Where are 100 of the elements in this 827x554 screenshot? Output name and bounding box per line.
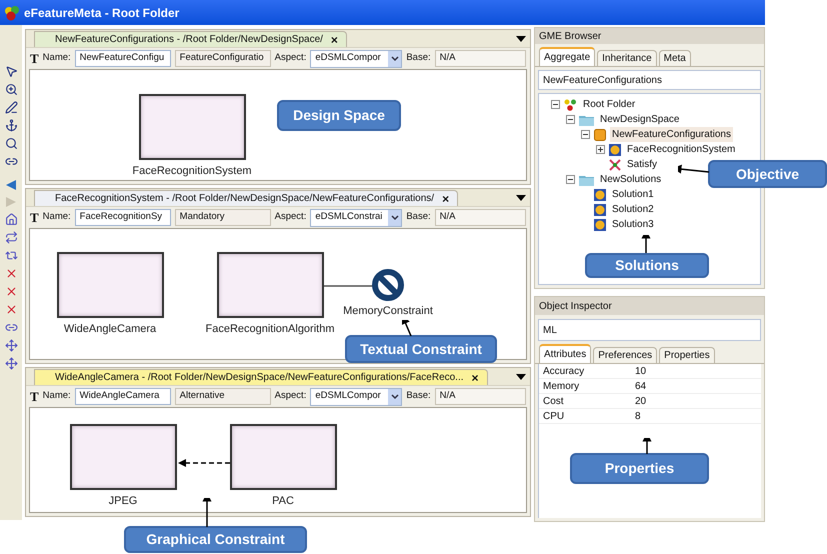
move-icon[interactable] [4, 339, 18, 352]
chevron-icon[interactable] [388, 50, 402, 66]
callout-label: Graphical Constraint [124, 526, 307, 553]
aspect-label: Aspect: [274, 389, 306, 404]
callout-label: Objective [708, 160, 827, 188]
node-label: WideAngleCamera [64, 322, 156, 337]
dropdown-icon[interactable] [516, 374, 526, 380]
close-button[interactable]: × [472, 372, 479, 384]
aspect-dropdown[interactable]: eDSMLCompor [310, 388, 402, 406]
object-field[interactable]: ML [538, 319, 761, 341]
name-label: Name: [42, 51, 71, 66]
tree-item[interactable]: NewFeatureConfigurations [610, 127, 733, 142]
chevron-icon[interactable] [388, 388, 402, 404]
anchor-icon[interactable] [4, 119, 18, 132]
attribute-value[interactable]: 10 [635, 364, 646, 378]
editor-tab[interactable]: FaceRecognitionSystem - /Root Folder/NewDesignSpace/NewFeatureConfigurations/ × [34, 190, 458, 206]
node-label: JPEG [108, 494, 138, 509]
attribute-value[interactable]: 64 [635, 378, 646, 394]
kind-field: Mandatory [174, 209, 271, 226]
panel-tab[interactable]: Meta [658, 50, 691, 66]
close-button[interactable]: × [442, 192, 450, 204]
model-icon [594, 204, 606, 216]
collapse-icon[interactable] [581, 130, 590, 139]
panel-tab[interactable]: Preferences [593, 347, 658, 363]
model-icon [594, 218, 606, 230]
back-icon[interactable] [5, 179, 17, 191]
aspect-dropdown[interactable]: eDSMLCompor [310, 50, 402, 68]
name-label: Name: [42, 389, 71, 404]
tree-item[interactable]: FaceRecognitionSystem [625, 142, 738, 157]
pen-icon[interactable] [4, 101, 18, 114]
name-field[interactable]: FaceRecognitionSy [74, 209, 171, 226]
editor-tab[interactable]: NewFeatureConfigurations - /Root Folder/NewDesignSpace/ × [34, 31, 347, 47]
callout-arrow [201, 498, 213, 527]
model-icon [594, 188, 606, 200]
prohibited-icon[interactable] [372, 269, 404, 301]
node-label: PAC [272, 494, 294, 509]
model-box[interactable] [70, 424, 176, 490]
close-icon[interactable] [4, 303, 18, 316]
tree-item[interactable]: Solution1 [610, 187, 656, 202]
attribute-name: Memory [542, 380, 580, 394]
tree-item[interactable]: Solution3 [610, 217, 656, 232]
panel-tab[interactable]: Properties [659, 347, 715, 363]
model-box[interactable] [216, 252, 324, 318]
text-tool-icon[interactable]: T [30, 52, 39, 65]
aspect-label: Aspect: [274, 51, 306, 66]
close-icon[interactable] [4, 285, 18, 298]
collapse-icon[interactable] [566, 115, 575, 124]
dropdown-icon[interactable] [516, 36, 526, 42]
model-box[interactable] [138, 94, 246, 160]
chevron-icon[interactable] [388, 210, 402, 226]
repeat-icon[interactable] [4, 231, 18, 244]
window-title: eFeatureMeta - Root Folder [24, 4, 180, 22]
base-field: N/A [434, 209, 526, 226]
pointer-icon[interactable] [4, 65, 18, 78]
text-tool-icon[interactable]: T [30, 211, 39, 224]
square-icon [594, 128, 606, 140]
close-icon[interactable] [4, 267, 18, 280]
callout-arrow [402, 320, 414, 336]
panel-tab[interactable]: Attributes [539, 344, 592, 363]
attribute-value[interactable]: 20 [635, 394, 646, 408]
tree-item[interactable]: Satisfy [625, 157, 660, 172]
callout-label: Textual Constraint [345, 335, 497, 363]
dropdown-icon[interactable] [516, 195, 526, 201]
aspect-dropdown[interactable]: eDSMLConstrai [310, 208, 402, 226]
panel-header: GME Browser [535, 28, 764, 44]
cluster-icon [564, 98, 577, 110]
attribute-value[interactable]: 8 [635, 408, 641, 424]
expand-icon[interactable] [596, 145, 605, 154]
text-tool-icon[interactable]: T [30, 390, 39, 403]
cross-icon [609, 158, 621, 170]
callout-arrow [678, 164, 709, 176]
search-icon[interactable] [4, 137, 18, 150]
tab-title: FaceRecognitionSystem - /Root Folder/NewDesignSpace/NewFeatureConfigurations/ [55, 192, 434, 206]
tab-title: NewFeatureConfigurations - /Root Folder/NewDesignSpace/ [55, 33, 323, 47]
app-logo-icon [4, 4, 20, 20]
name-field[interactable]: WideAngleCamera [74, 388, 171, 405]
collapse-icon[interactable] [551, 100, 560, 109]
model-icon [609, 144, 621, 156]
tree-item[interactable]: Solution2 [610, 202, 656, 217]
move-icon[interactable] [4, 357, 18, 370]
home-icon[interactable] [4, 213, 18, 226]
repeat-icon[interactable] [4, 249, 18, 262]
panel-tab[interactable]: Aggregate [539, 47, 596, 66]
folder-icon [579, 174, 594, 186]
name-label: Name: [42, 210, 71, 224]
zoom-icon[interactable] [4, 83, 18, 96]
collapse-icon[interactable] [566, 175, 575, 184]
model-box[interactable] [230, 424, 336, 490]
kind-field: FeatureConfiguratio [174, 50, 271, 67]
selection-field[interactable]: NewFeatureConfigurations [538, 70, 761, 90]
editor-tab[interactable]: WideAngleCamera - /Root Folder/NewDesignSpace/NewFeatureConfigurations/FaceReco... × [34, 369, 488, 385]
tree-item[interactable]: Root Folder [581, 97, 638, 112]
name-field[interactable]: NewFeatureConfigu [74, 50, 171, 67]
tree-item[interactable]: NewSolutions [598, 172, 664, 187]
model-box[interactable] [56, 252, 164, 318]
tree-item[interactable]: NewDesignSpace [598, 112, 682, 127]
base-label: Base: [406, 389, 431, 404]
panel-tab[interactable]: Inheritance [597, 50, 657, 66]
callout-label: Solutions [585, 253, 709, 278]
close-button[interactable]: × [330, 34, 338, 46]
